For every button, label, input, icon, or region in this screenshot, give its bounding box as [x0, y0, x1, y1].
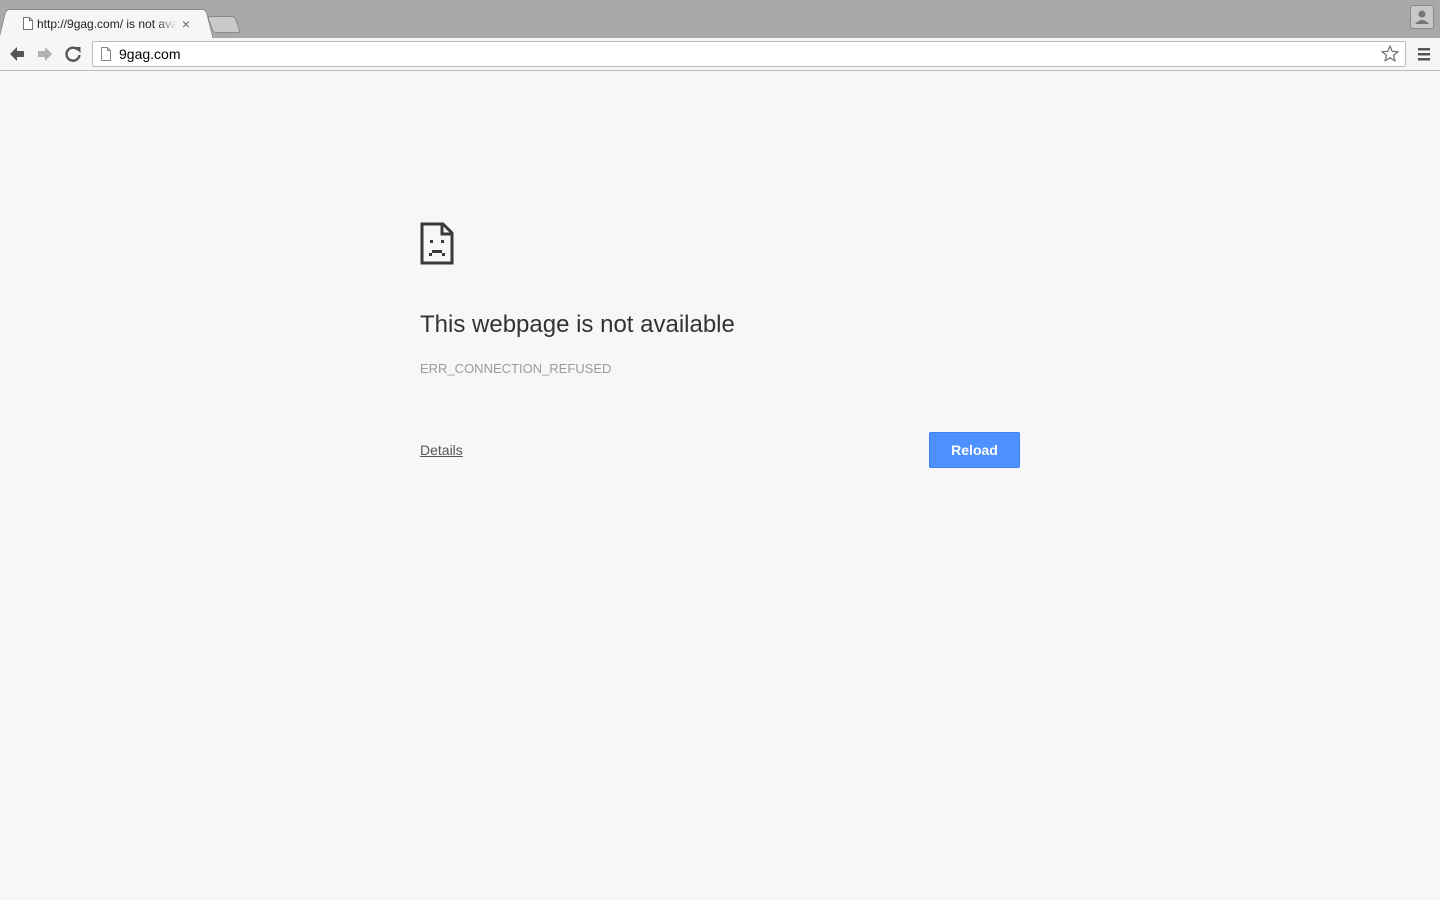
bookmark-star-icon[interactable] [1380, 44, 1400, 64]
tab-title: http://9gag.com/ is not available [37, 17, 177, 31]
reload-button[interactable]: Reload [929, 432, 1020, 468]
tab-close-icon[interactable]: × [179, 16, 193, 32]
hamburger-menu-icon[interactable] [1416, 45, 1432, 63]
details-link[interactable]: Details [420, 442, 463, 458]
new-tab-button[interactable] [206, 16, 242, 33]
profile-button[interactable] [1410, 5, 1434, 29]
error-page: This webpage is not available ERR_CONNEC… [0, 71, 1440, 900]
address-bar-url: 9gag.com [119, 46, 181, 62]
forward-arrow-icon[interactable] [34, 43, 56, 65]
browser-toolbar: 9gag.com [0, 38, 1440, 71]
tab-strip: http://9gag.com/ is not available × [0, 0, 1440, 38]
error-title: This webpage is not available [420, 311, 735, 338]
sad-page-icon [420, 222, 454, 265]
person-icon [1415, 10, 1429, 24]
active-tab[interactable]: http://9gag.com/ is not available × [8, 9, 204, 38]
browser-window: http://9gag.com/ is not available × 9gag… [0, 0, 1440, 900]
error-code: ERR_CONNECTION_REFUSED [420, 361, 612, 376]
address-bar[interactable]: 9gag.com [92, 41, 1406, 67]
page-icon [101, 47, 111, 61]
reload-icon[interactable] [62, 43, 84, 65]
back-arrow-icon[interactable] [6, 43, 28, 65]
tab-content: http://9gag.com/ is not available × [17, 10, 195, 38]
page-icon [23, 17, 33, 30]
